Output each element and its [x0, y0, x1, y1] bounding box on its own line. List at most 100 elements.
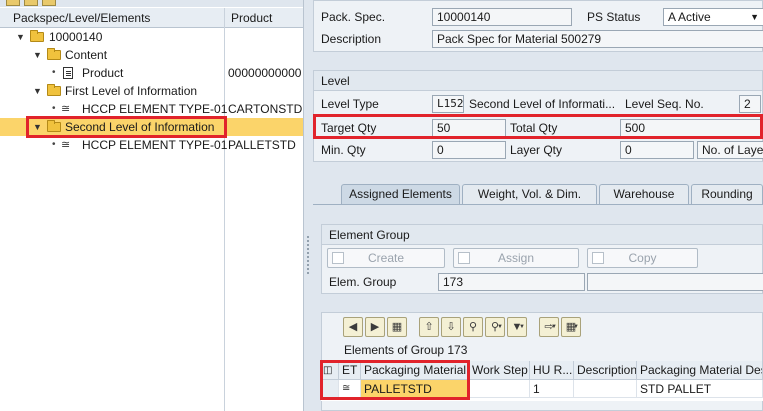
target-qty-label: Target Qty	[321, 121, 377, 135]
filter-icon[interactable]: ▼ ▼	[507, 317, 527, 337]
level-type-label: Level Type	[321, 97, 379, 111]
level-section-title: Level	[314, 71, 762, 91]
elem-group-description-field[interactable]	[587, 273, 763, 291]
tab-weight-vol-dim[interactable]: Weight, Vol. & Dim.	[462, 184, 597, 205]
target-qty-field[interactable]: 50	[432, 119, 506, 137]
tab-assigned-elements[interactable]: Assigned Elements	[341, 184, 460, 205]
row-selector[interactable]	[321, 380, 339, 398]
expand-arrow-icon[interactable]: ▼	[33, 46, 42, 64]
level-seq-label: Level Seq. No.	[625, 97, 704, 111]
tree-node-label: First Level of Information	[65, 84, 198, 98]
create-button[interactable]: Create	[327, 248, 445, 268]
column-header-et[interactable]: ET	[339, 361, 361, 380]
elements-table-title: Elements of Group 173	[344, 343, 468, 357]
work-step-cell[interactable]	[469, 380, 530, 398]
column-header-packspec[interactable]: Packspec/Level/Elements	[13, 11, 150, 25]
description-field[interactable]: Pack Spec for Material 500279	[432, 30, 763, 48]
bullet-icon: •	[52, 139, 56, 150]
tree-node-content[interactable]: ▼ Content	[0, 46, 303, 64]
element-group-title: Element Group	[322, 225, 762, 245]
layer-qty-field[interactable]: 0	[620, 141, 694, 159]
create-button-label: Create	[367, 251, 405, 265]
tree-node-second-level[interactable]: ▼ Second Level of Information	[0, 118, 303, 136]
tree-node-label: 10000140	[49, 30, 103, 44]
pack-spec-field[interactable]: 10000140	[432, 8, 572, 26]
sort-descending-icon[interactable]: ⇩	[441, 317, 461, 337]
assign-button-label: Assign	[497, 251, 535, 265]
copy-button[interactable]: Copy	[587, 248, 698, 268]
splitter-grip-icon[interactable]	[306, 235, 310, 275]
next-icon[interactable]: ▶	[365, 317, 385, 337]
level-type-field[interactable]: L152	[432, 95, 464, 113]
min-qty-field[interactable]: 0	[432, 141, 506, 159]
total-qty-field[interactable]: 500	[620, 119, 763, 137]
expand-arrow-icon[interactable]: ▼	[16, 28, 25, 46]
packaging-material-cell[interactable]: PALLETSTD	[361, 380, 469, 398]
tree-node-label: HCCP ELEMENT TYPE-01	[82, 138, 228, 152]
column-header-product[interactable]: Product	[231, 11, 272, 25]
tree-node-product[interactable]: • Product 00000000000	[0, 64, 303, 82]
element-group-section: Element Group Create Assign Copy Elem. G…	[321, 224, 763, 294]
layout-icon[interactable]: ▦ ▼	[561, 317, 581, 337]
bullet-icon: •	[52, 103, 56, 114]
find-icon[interactable]: ⚲	[463, 317, 483, 337]
toolbar-icon[interactable]	[24, 0, 38, 6]
detail-panel: Pack. Spec. 10000140 PS Status A Active …	[313, 0, 763, 411]
tree-node-first-level[interactable]: ▼ First Level of Information	[0, 82, 303, 100]
tree-node-product-value: PALLETSTD	[228, 138, 296, 152]
tree-node-element[interactable]: • ≅ HCCP ELEMENT TYPE-01 PALLETSTD	[0, 136, 303, 154]
description-cell[interactable]	[574, 380, 637, 398]
toolbar-icon[interactable]	[6, 0, 20, 6]
toolbar-icon[interactable]	[42, 0, 56, 6]
level-section: Level Level Type L152 Second Level of In…	[313, 70, 763, 162]
ps-status-label: PS Status	[587, 10, 641, 24]
elements-table: ◫ ET Packaging Material Work Step HU R..…	[321, 361, 763, 401]
ps-status-dropdown[interactable]: A Active ▼	[663, 8, 763, 26]
packspec-header: Pack. Spec. 10000140 PS Status A Active …	[313, 0, 763, 52]
no-of-layers-field[interactable]: No. of Laye	[697, 141, 763, 159]
previous-icon[interactable]: ◀	[343, 317, 363, 337]
elem-group-field[interactable]: 173	[438, 273, 585, 291]
details-icon[interactable]: ▦	[387, 317, 407, 337]
tree-node-label: Second Level of Information	[65, 120, 215, 134]
column-header-hu-r[interactable]: HU R...	[530, 361, 574, 380]
layer-qty-label: Layer Qty	[510, 143, 563, 157]
find-next-icon[interactable]: ⚲ ▼	[485, 317, 505, 337]
tree-toolbar	[0, 0, 303, 7]
hu-r-cell[interactable]: 1	[530, 380, 574, 398]
tree-node-label: Product	[82, 66, 124, 80]
tab-rounding[interactable]: Rounding	[691, 184, 763, 205]
level-type-description: Second Level of Informati...	[469, 97, 616, 111]
tree-node-element[interactable]: • ≅ HCCP ELEMENT TYPE-01 CARTONSTD	[0, 100, 303, 118]
tree-panel: Packspec/Level/Elements Product ▼ 100001…	[0, 0, 304, 411]
panel-splitter[interactable]	[305, 0, 313, 411]
pack-spec-label: Pack. Spec.	[321, 10, 386, 24]
elem-group-label: Elem. Group	[329, 275, 397, 289]
tree-node-product-value: CARTONSTD	[228, 102, 303, 116]
select-all-icon[interactable]: ◫	[321, 361, 339, 380]
expand-arrow-icon[interactable]: ▼	[33, 82, 42, 100]
expand-arrow-icon[interactable]: ▼	[33, 118, 42, 136]
sort-ascending-icon[interactable]: ⇧	[419, 317, 439, 337]
description-label: Description	[321, 32, 382, 46]
total-qty-label: Total Qty	[510, 121, 558, 135]
copy-button-label: Copy	[628, 251, 657, 265]
level-seq-field[interactable]: 2	[739, 95, 761, 113]
column-header-work-step[interactable]: Work Step	[469, 361, 530, 380]
tree-node-product-value: 00000000000	[228, 66, 302, 80]
tree-node-label: HCCP ELEMENT TYPE-01	[82, 102, 228, 116]
assign-button[interactable]: Assign	[453, 248, 579, 268]
folder-icon	[47, 48, 61, 60]
ps-status-value: A Active	[668, 10, 711, 24]
export-icon[interactable]: ⇨ ▼	[539, 317, 559, 337]
column-header-packaging-material[interactable]: Packaging Material	[361, 361, 469, 380]
column-header-description[interactable]: Description	[574, 361, 637, 380]
tab-warehouse[interactable]: Warehouse	[599, 184, 689, 205]
column-header-pm-description[interactable]: Packaging Material Des	[637, 361, 763, 380]
tab-strip-divider	[313, 204, 763, 205]
folder-icon	[47, 84, 61, 96]
tree-node-packspec[interactable]: ▼ 10000140	[0, 28, 303, 46]
element-type-icon: ≅	[339, 380, 361, 398]
pm-description-cell[interactable]: STD PALLET	[637, 380, 763, 398]
chevron-down-icon: ▼	[750, 12, 759, 22]
